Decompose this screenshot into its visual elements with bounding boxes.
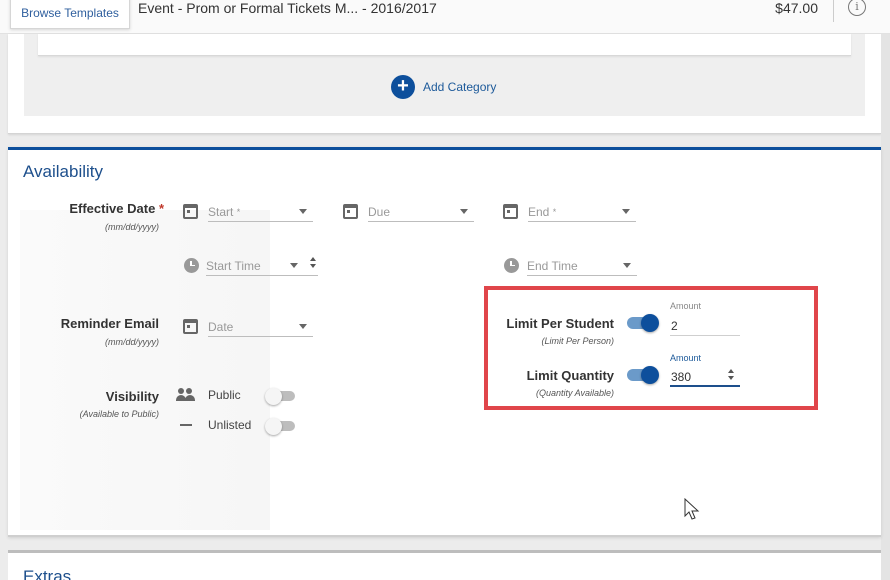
dash-icon — [180, 424, 192, 426]
price-display: $47.00 — [775, 0, 818, 16]
unlisted-toggle[interactable] — [265, 418, 309, 435]
limit-per-student-toggle[interactable] — [627, 314, 661, 332]
chevron-down-icon[interactable] — [460, 209, 468, 214]
start-date-field[interactable]: Start * — [182, 200, 313, 222]
visibility-unlisted-row: Unlisted — [180, 418, 251, 432]
visibility-label: Visibility — [105, 389, 159, 404]
start-time-input[interactable]: Start Time — [206, 254, 318, 276]
due-date-input[interactable]: Due — [368, 200, 474, 222]
start-date-input[interactable]: Start * — [208, 200, 313, 222]
unlisted-label: Unlisted — [208, 418, 252, 432]
amount-label: Amount — [670, 301, 702, 311]
divider — [833, 0, 834, 22]
limit-quantity-toggle[interactable] — [627, 366, 661, 384]
mouse-cursor-icon — [684, 498, 700, 520]
amount-label: Amount — [670, 353, 702, 363]
reminder-date-field[interactable]: Date — [182, 315, 313, 337]
visibility-sub: (Available to Public) — [79, 409, 159, 419]
limit-quantity-label: Limit Quantity — [526, 368, 614, 383]
end-date-field[interactable]: End * — [502, 200, 636, 222]
add-category-label: Add Category — [423, 80, 497, 94]
calendar-icon — [502, 203, 518, 219]
limit-per-student-label: Limit Per Student — [506, 316, 614, 331]
calendar-icon — [182, 203, 198, 219]
availability-title: Availability — [23, 162, 104, 181]
calendar-icon — [342, 203, 358, 219]
public-toggle[interactable] — [265, 388, 295, 405]
due-date-field[interactable]: Due — [342, 200, 474, 222]
limit-quantity-amount-input[interactable]: 380 — [670, 367, 740, 387]
visibility-public-row: Public — [176, 388, 241, 402]
chevron-down-icon[interactable] — [299, 324, 307, 329]
start-time-field[interactable]: Start Time — [183, 254, 318, 276]
reminder-date-input[interactable]: Date — [208, 315, 313, 337]
categories-panel: + Add Category — [24, 34, 865, 116]
end-time-field[interactable]: End Time — [503, 254, 637, 276]
reminder-email-format: (mm/dd/yyyy) — [105, 337, 159, 347]
reminder-email-label: Reminder Email — [60, 316, 159, 331]
quantity-stepper[interactable] — [726, 367, 736, 387]
add-category-button[interactable]: + Add Category — [391, 75, 496, 99]
effective-date-text: Effective Date — [69, 201, 156, 216]
top-bar: Browse Templates Event - Prom or Formal … — [0, 0, 890, 34]
chevron-down-icon[interactable] — [290, 263, 298, 268]
end-date-input[interactable]: End * — [528, 200, 636, 222]
time-stepper[interactable] — [308, 255, 318, 275]
plus-circle-icon: + — [391, 75, 415, 99]
clock-icon — [503, 257, 519, 273]
end-time-input[interactable]: End Time — [527, 254, 637, 276]
required-mark: * — [158, 201, 164, 216]
extras-card: Extras — [8, 550, 881, 580]
limit-per-student-amount-input[interactable]: 2 — [670, 316, 740, 336]
chevron-down-icon[interactable] — [299, 209, 307, 214]
people-icon — [176, 388, 196, 402]
chevron-down-icon[interactable] — [623, 263, 631, 268]
effective-date-label: Effective Date * — [40, 201, 164, 216]
limit-quantity-sub: (Quantity Available) — [535, 388, 614, 398]
info-icon[interactable]: i — [848, 0, 866, 16]
categories-card: + Add Category — [8, 34, 881, 134]
limit-per-student-sub: (Limit Per Person) — [541, 336, 614, 346]
category-item — [38, 34, 851, 56]
public-label: Public — [208, 388, 241, 402]
chevron-down-icon[interactable] — [622, 209, 630, 214]
extras-title: Extras — [23, 567, 72, 580]
effective-date-format: (mm/dd/yyyy) — [105, 222, 159, 232]
scroll-gutter — [881, 34, 890, 580]
event-title: Event - Prom or Formal Tickets M... - 20… — [138, 0, 437, 16]
clock-icon — [183, 257, 199, 273]
calendar-icon — [182, 318, 198, 334]
browse-templates-button[interactable]: Browse Templates — [10, 0, 130, 29]
